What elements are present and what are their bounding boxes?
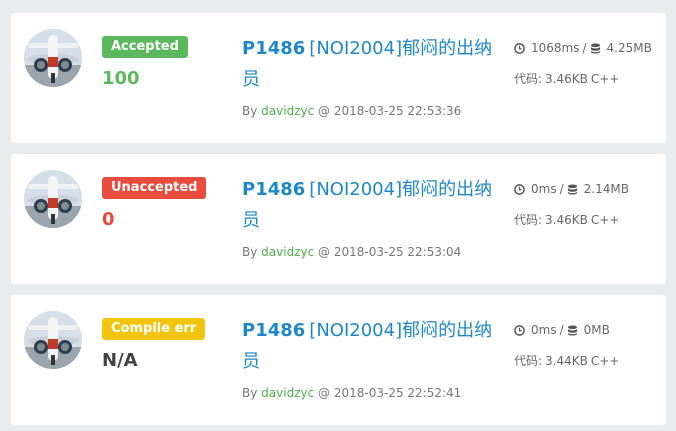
memory: 0MB	[583, 323, 610, 337]
submit-time: 2018-03-25 22:53:36	[333, 104, 462, 118]
clock-icon	[514, 324, 525, 336]
problem-title[interactable]: P1486 [NOI2004]郁闷的出纳员	[242, 174, 497, 236]
submission-meta: By davidzyc @ 2018-03-25 22:52:41	[242, 386, 461, 400]
submission-meta: By davidzyc @ 2018-03-25 22:53:04	[242, 245, 461, 259]
code-size: 3.46KB	[545, 213, 588, 227]
resource-row: 0ms / 0MB	[514, 321, 619, 339]
by-label: By	[242, 245, 258, 259]
problem-id[interactable]: P1486	[242, 179, 305, 200]
status-badge[interactable]: Unaccepted	[102, 177, 207, 199]
resource-row: 0ms / 2.14MB	[514, 180, 629, 198]
at-separator: @	[318, 245, 331, 259]
at-separator: @	[318, 104, 331, 118]
airplane-icon	[24, 29, 82, 87]
code-label: 代码:	[514, 213, 543, 227]
database-icon	[567, 324, 578, 336]
score: 0	[102, 209, 115, 230]
submission-stats: 0ms / 0MB 代码: 3.44KB C++	[514, 321, 619, 370]
user-link[interactable]: davidzyc	[261, 245, 314, 259]
user-link[interactable]: davidzyc	[261, 386, 314, 400]
record-card: Accepted 100 P1486 [NOI2004]郁闷的出纳员 By dav…	[11, 13, 666, 143]
problem-title[interactable]: P1486 [NOI2004]郁闷的出纳员	[242, 315, 497, 377]
code-row: 代码: 3.46KB C++	[514, 70, 652, 88]
status-badge[interactable]: Compile err	[102, 318, 206, 340]
language: C++	[590, 72, 620, 86]
by-label: By	[242, 386, 258, 400]
at-separator: @	[318, 386, 331, 400]
submission-meta: By davidzyc @ 2018-03-25 22:53:36	[242, 104, 461, 118]
airplane-icon	[24, 311, 82, 369]
user-link[interactable]: davidzyc	[261, 104, 314, 118]
runtime: 1068ms	[531, 41, 580, 55]
database-icon	[590, 42, 601, 54]
clock-icon	[514, 183, 525, 195]
problem-id[interactable]: P1486	[242, 320, 305, 341]
record-card: Unaccepted 0 P1486 [NOI2004]郁闷的出纳员 By dav…	[11, 154, 666, 284]
code-size: 3.44KB	[545, 354, 588, 368]
runtime: 0ms	[531, 182, 557, 196]
airplane-icon	[24, 170, 82, 228]
code-label: 代码:	[514, 354, 543, 368]
problem-title[interactable]: P1486 [NOI2004]郁闷的出纳员	[242, 33, 497, 95]
stats-divider: /	[559, 182, 564, 196]
submit-time: 2018-03-25 22:53:04	[333, 245, 462, 259]
score: 100	[102, 68, 140, 89]
clock-icon	[514, 42, 525, 54]
record-card: Compile err N/A P1486 [NOI2004]郁闷的出纳员 By …	[11, 295, 666, 425]
code-label: 代码:	[514, 72, 543, 86]
code-row: 代码: 3.44KB C++	[514, 352, 619, 370]
runtime: 0ms	[531, 323, 557, 337]
language: C++	[590, 213, 620, 227]
status-badge[interactable]: Accepted	[102, 36, 188, 58]
code-row: 代码: 3.46KB C++	[514, 211, 629, 229]
submission-stats: 0ms / 2.14MB 代码: 3.46KB C++	[514, 180, 629, 229]
avatar[interactable]	[24, 29, 82, 87]
memory: 4.25MB	[606, 41, 652, 55]
by-label: By	[242, 104, 258, 118]
score: N/A	[102, 350, 138, 371]
submission-stats: 1068ms / 4.25MB 代码: 3.46KB C++	[514, 39, 652, 88]
language: C++	[590, 354, 620, 368]
problem-id[interactable]: P1486	[242, 38, 305, 59]
stats-divider: /	[559, 323, 564, 337]
resource-row: 1068ms / 4.25MB	[514, 39, 652, 57]
stats-divider: /	[582, 41, 587, 55]
avatar[interactable]	[24, 311, 82, 369]
memory: 2.14MB	[583, 182, 629, 196]
avatar[interactable]	[24, 170, 82, 228]
code-size: 3.46KB	[545, 72, 588, 86]
database-icon	[567, 183, 578, 195]
submit-time: 2018-03-25 22:52:41	[333, 386, 462, 400]
